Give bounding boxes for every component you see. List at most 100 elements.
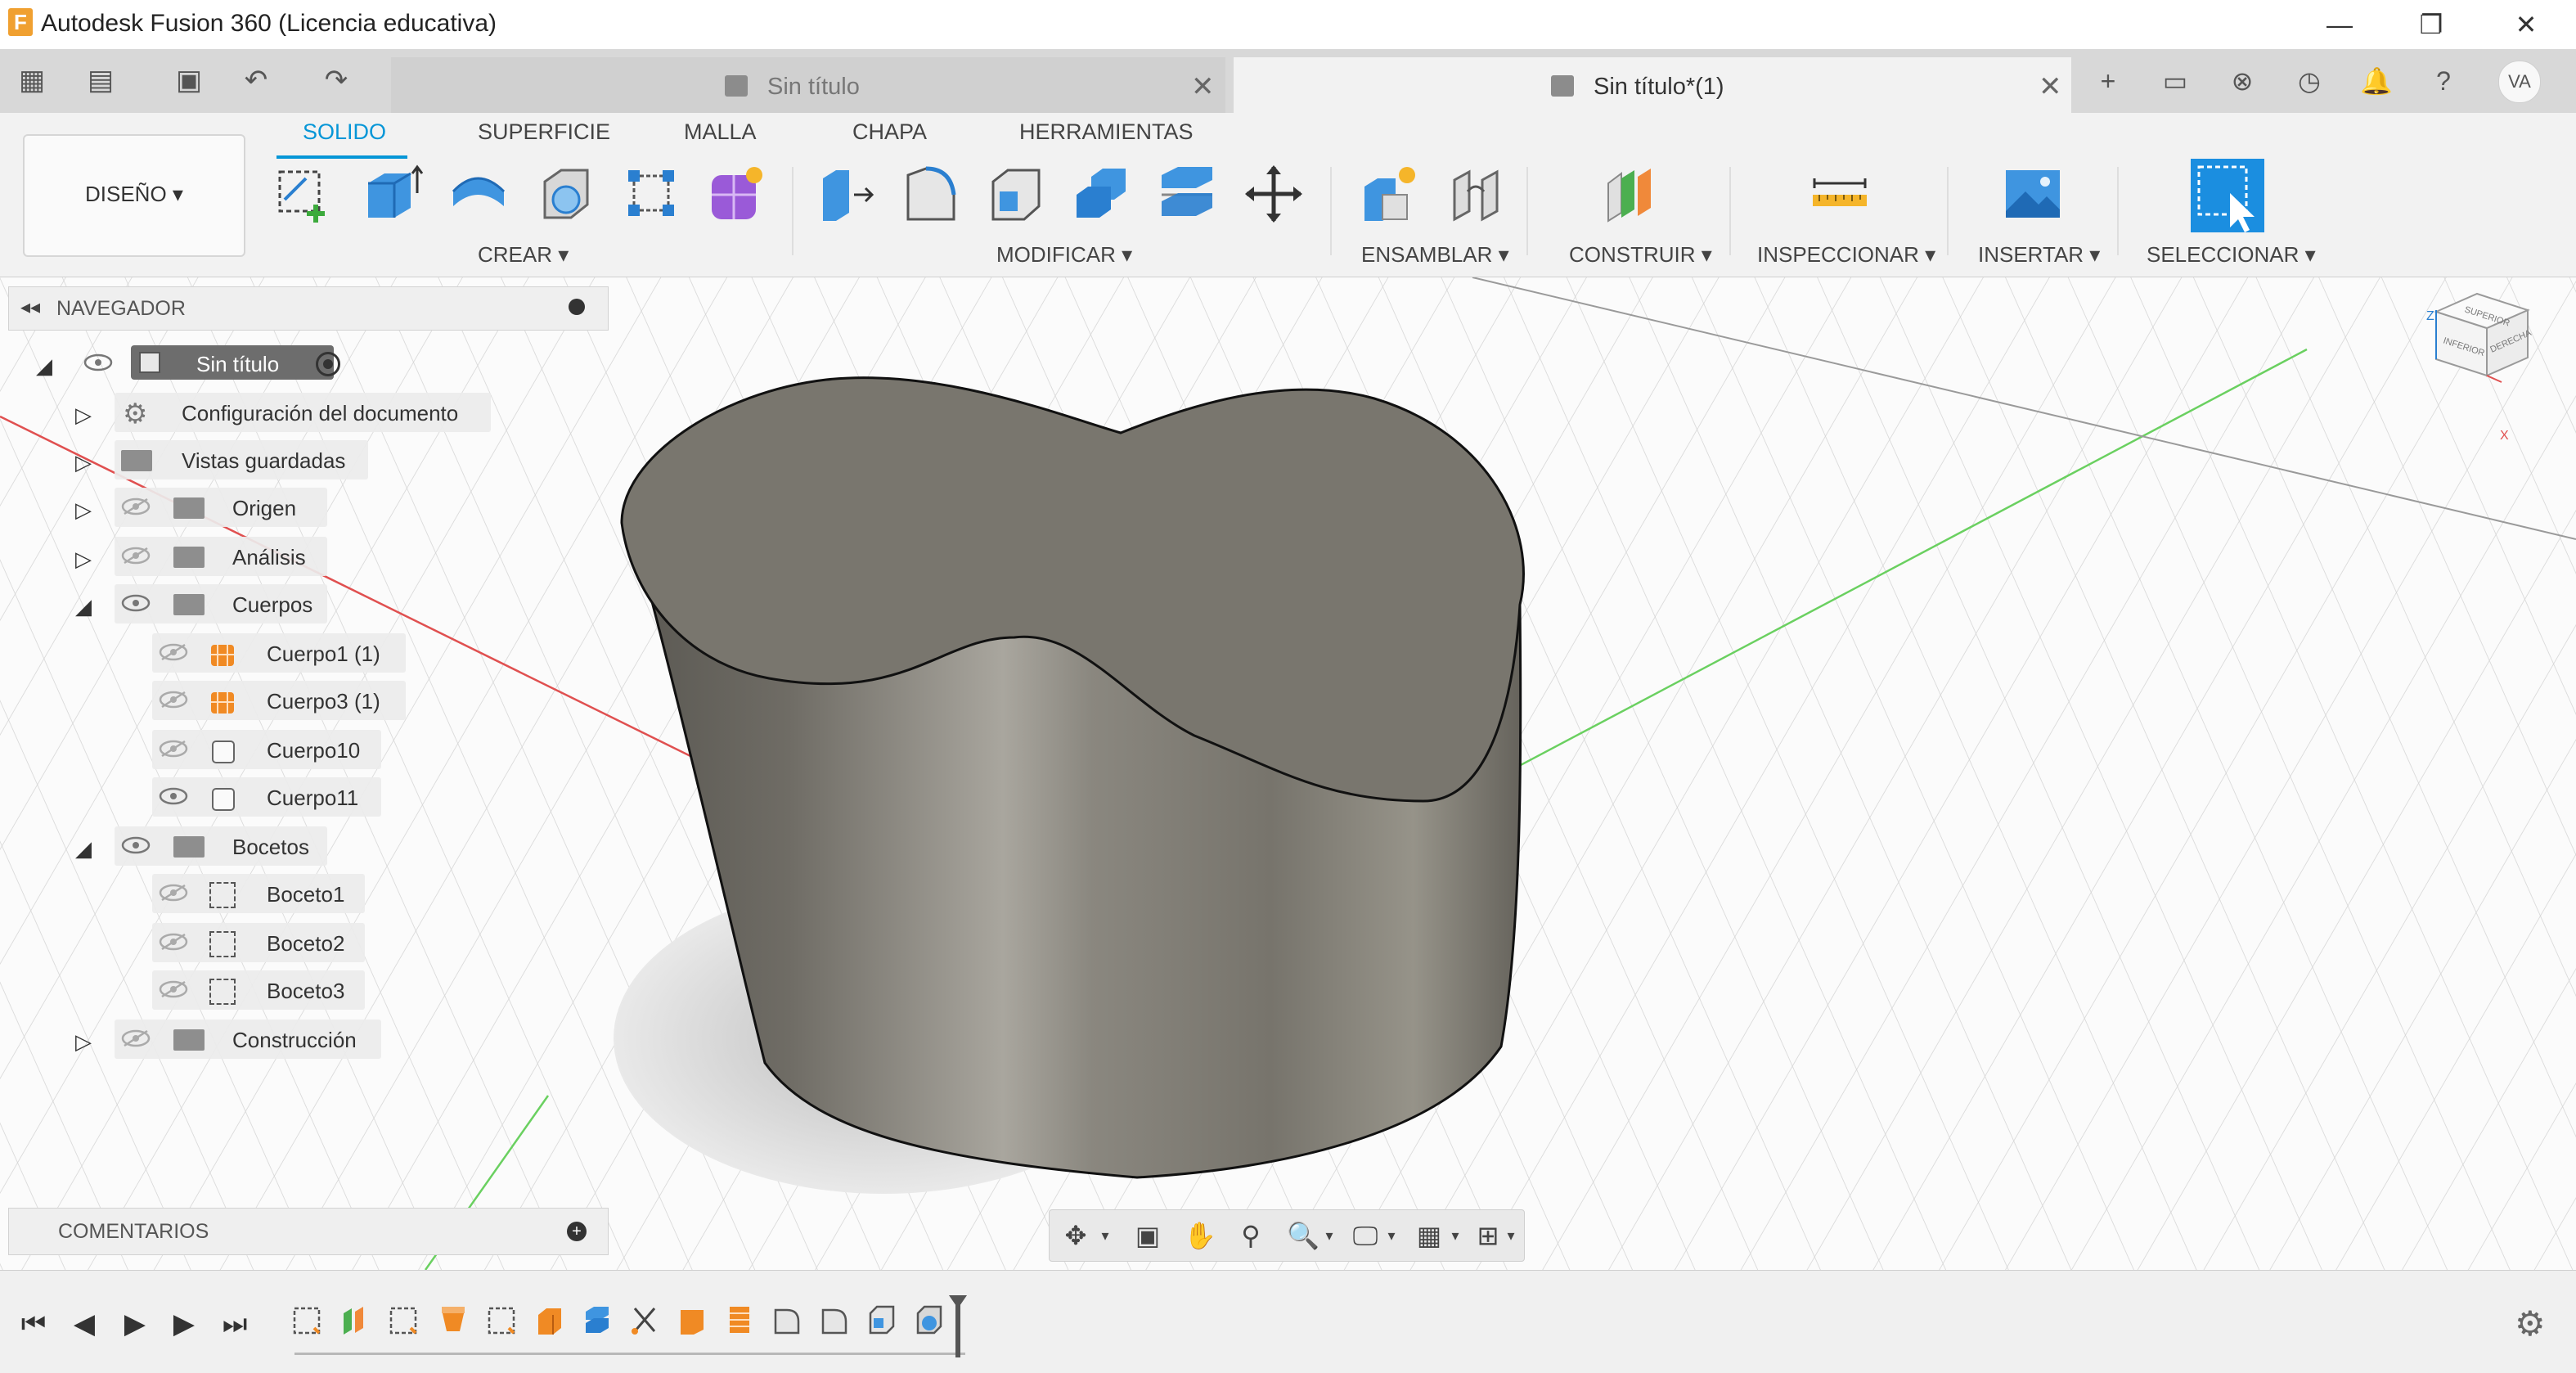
revolve-icon[interactable] (447, 162, 510, 226)
hidden-eye-icon[interactable] (159, 980, 188, 998)
create-sketch-icon[interactable] (273, 162, 337, 226)
collapse-arrow-icon[interactable]: ◢ (75, 594, 92, 619)
tree-item-analisis[interactable]: ▷ Análisis (75, 537, 345, 576)
tree-item-bocetos[interactable]: ◢ Bocetos (75, 826, 345, 866)
new-tab-plus-icon[interactable]: + (2089, 62, 2127, 100)
step-back-icon[interactable]: ◀ (64, 1303, 105, 1344)
timeline-cut-icon[interactable] (628, 1303, 661, 1336)
save-icon[interactable]: ▣ (169, 61, 209, 100)
redo-icon[interactable]: ↷ (316, 61, 357, 100)
split-body-icon[interactable] (1155, 162, 1219, 226)
expand-arrow-icon[interactable]: ◢ (36, 353, 52, 379)
timeline-settings-gear-icon[interactable]: ⚙ (2515, 1303, 2546, 1344)
hidden-eye-icon[interactable] (121, 1029, 151, 1047)
timeline-sketch-icon[interactable] (291, 1303, 324, 1336)
activate-radio-icon[interactable] (316, 352, 340, 376)
tab-sin-titulo-1[interactable]: Sin título*(1) ✕ (1234, 57, 2071, 113)
play-icon[interactable]: ▶ (115, 1303, 155, 1344)
select-icon[interactable] (2189, 157, 2266, 234)
timeline-sketch-icon[interactable] (486, 1303, 519, 1336)
timeline-loft-icon[interactable] (437, 1303, 470, 1336)
hidden-eye-icon[interactable] (121, 497, 151, 515)
timeline-sketch-icon[interactable] (388, 1303, 420, 1336)
tab-chapa[interactable]: CHAPA (852, 119, 927, 145)
add-comment-icon[interactable]: + (567, 1222, 587, 1241)
fit-dropdown-icon[interactable]: ▾ (1319, 1220, 1339, 1251)
apps-grid-icon[interactable]: ▦ (11, 61, 52, 100)
tree-item-origen[interactable]: ▷ Origen (75, 488, 345, 527)
fillet-icon[interactable] (900, 162, 964, 226)
expand-arrow-icon[interactable]: ▷ (75, 1029, 92, 1055)
hidden-eye-icon[interactable] (159, 884, 188, 902)
minimize-button[interactable]: — (2315, 5, 2364, 44)
orbit-dropdown-icon[interactable]: ▾ (1095, 1220, 1115, 1251)
hidden-eye-icon[interactable] (121, 547, 151, 565)
hidden-eye-icon[interactable] (159, 740, 188, 758)
fit-zoom-icon[interactable]: 🔍 (1284, 1220, 1323, 1251)
expand-arrow-icon[interactable]: ▷ (75, 450, 92, 475)
tab-solido[interactable]: SOLIDO (303, 119, 386, 145)
go-to-start-icon[interactable]: ⏮ (13, 1303, 54, 1344)
extrude-icon[interactable] (360, 162, 424, 226)
visibility-eye-icon[interactable] (121, 594, 151, 612)
tree-item-cuerpos[interactable]: ◢ Cuerpos (75, 584, 345, 623)
tree-item-boceto1[interactable]: Boceto1 (152, 874, 389, 913)
timeline-extrude-icon[interactable] (533, 1303, 566, 1336)
combine-icon[interactable] (1070, 162, 1134, 226)
visibility-eye-icon[interactable] (159, 787, 188, 805)
press-pull-icon[interactable] (815, 162, 879, 226)
visibility-eye-icon[interactable] (121, 836, 151, 854)
timeline-chamfer-icon[interactable] (865, 1303, 898, 1336)
tab-herramientas[interactable]: HERRAMIENTAS (1019, 119, 1194, 145)
help-icon[interactable]: ? (2425, 62, 2462, 100)
tree-item-construccion[interactable]: ▷ Construcción (75, 1020, 386, 1059)
close-tab-icon[interactable]: ✕ (1191, 70, 1215, 103)
collapse-arrow-icon[interactable]: ◢ (75, 836, 92, 862)
tab-malla[interactable]: MALLA (684, 119, 757, 145)
joint-icon[interactable] (1445, 162, 1508, 226)
orbit-icon[interactable]: ✥ (1056, 1220, 1095, 1251)
pan-hand-icon[interactable]: ✋ (1180, 1220, 1220, 1251)
timeline-pattern-icon[interactable] (723, 1303, 756, 1336)
tree-item-cuerpo3[interactable]: Cuerpo3 (1) (152, 681, 414, 720)
group-inspeccionar[interactable]: INSPECCIONAR ▾ (1757, 242, 1935, 268)
display-dropdown-icon[interactable]: ▾ (1382, 1220, 1401, 1251)
restore-button[interactable]: ❐ (2407, 5, 2456, 44)
timeline-split-icon[interactable] (581, 1303, 614, 1336)
expand-arrow-icon[interactable]: ▷ (75, 403, 92, 428)
visibility-eye-icon[interactable] (83, 353, 113, 371)
group-seleccionar[interactable]: SELECCIONAR ▾ (2147, 242, 2316, 268)
job-status-icon[interactable]: ◷ (2291, 62, 2328, 100)
close-window-button[interactable]: ✕ (2502, 5, 2551, 44)
file-menu-icon[interactable]: ▤ (80, 61, 121, 100)
shell-icon[interactable] (533, 162, 597, 226)
timeline-body-icon[interactable] (676, 1303, 708, 1336)
hidden-eye-icon[interactable] (159, 691, 188, 709)
go-to-end-icon[interactable]: ⏭ (214, 1303, 255, 1344)
new-component-icon[interactable] (1358, 162, 1422, 226)
offset-plane-icon[interactable] (1600, 162, 1664, 226)
grid-dropdown-icon[interactable]: ▾ (1445, 1220, 1465, 1251)
timeline-shell-icon[interactable] (913, 1303, 946, 1336)
tab-superficie[interactable]: SUPERFICIE (478, 119, 610, 145)
group-modificar[interactable]: MODIFICAR ▾ (996, 242, 1132, 268)
data-panel-icon[interactable]: ▭ (2156, 62, 2194, 100)
insert-image-icon[interactable] (2001, 162, 2065, 226)
move-copy-icon[interactable] (1242, 162, 1306, 226)
timeline-plane-icon[interactable] (339, 1303, 371, 1336)
workspace-dropdown[interactable]: DISEÑO ▾ (23, 134, 245, 257)
collapse-browser-icon[interactable]: ◂◂ (20, 295, 40, 319)
hidden-eye-icon[interactable] (159, 933, 188, 951)
tree-item-boceto3[interactable]: Boceto3 (152, 970, 389, 1010)
rectangular-pattern-icon[interactable] (620, 162, 684, 226)
chamfer-icon[interactable] (985, 162, 1049, 226)
group-ensamblar[interactable]: ENSAMBLAR ▾ (1361, 242, 1509, 268)
expand-arrow-icon[interactable]: ▷ (75, 547, 92, 572)
undo-icon[interactable]: ↶ (236, 61, 276, 100)
user-avatar[interactable]: VA (2498, 61, 2541, 103)
tree-item-boceto2[interactable]: Boceto2 (152, 923, 389, 962)
step-forward-icon[interactable]: ▶ (164, 1303, 205, 1344)
comments-panel[interactable]: COMENTARIOS + (8, 1208, 609, 1255)
tree-root[interactable]: ◢ Sin título (36, 344, 363, 383)
measure-icon[interactable] (1808, 162, 1872, 226)
